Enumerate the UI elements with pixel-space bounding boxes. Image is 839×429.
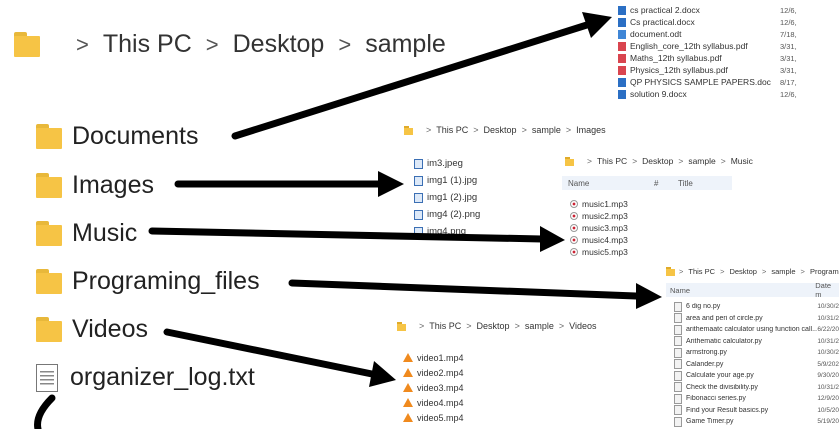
arrow-music	[148, 227, 546, 243]
arrow-head-music	[540, 226, 565, 252]
arrow-videos	[163, 328, 376, 378]
arrow-head-videos	[369, 361, 396, 387]
arrow-head-images	[378, 171, 404, 197]
arrows-overlay	[34, 12, 662, 429]
arrow-programing	[288, 279, 640, 300]
arrow-head-programing	[636, 283, 662, 309]
arrow-documents	[231, 20, 594, 140]
arrow-head-documents	[582, 12, 612, 38]
partial-curve-stroke	[34, 394, 56, 429]
